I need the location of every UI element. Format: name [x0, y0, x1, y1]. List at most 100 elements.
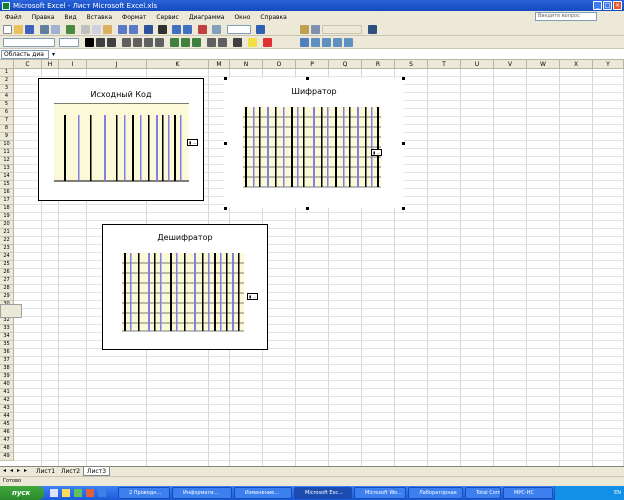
column-header[interactable]: I [59, 60, 87, 69]
row-header[interactable]: 5 [0, 101, 14, 109]
row-header[interactable]: 9 [0, 133, 14, 141]
currency-icon[interactable] [170, 38, 179, 47]
chart-object-icon[interactable] [300, 38, 309, 47]
column-header[interactable]: Y [593, 60, 624, 69]
row-header[interactable]: 38 [0, 365, 14, 373]
drawing-icon[interactable] [212, 25, 221, 34]
column-header[interactable]: X [560, 60, 593, 69]
comma-icon[interactable] [192, 38, 201, 47]
language-indicator[interactable]: EN [614, 490, 621, 496]
fill-color-icon[interactable] [248, 38, 257, 47]
start-button[interactable]: пуск [0, 486, 44, 500]
row-header[interactable]: 35 [0, 341, 14, 349]
taskbar-item[interactable]: Microsoft Wo... [354, 487, 406, 499]
column-header[interactable]: T [428, 60, 461, 69]
reply-icon[interactable] [300, 25, 309, 34]
row-header[interactable]: 3 [0, 85, 14, 93]
quicklaunch-icon[interactable] [50, 489, 58, 497]
hyperlink-icon[interactable] [144, 25, 153, 34]
row-header[interactable]: 29 [0, 293, 14, 301]
zoom-select[interactable] [227, 25, 251, 34]
review-icon[interactable] [311, 25, 320, 34]
row-header[interactable]: 49 [0, 453, 14, 461]
cut-icon[interactable] [81, 25, 90, 34]
row-header[interactable]: 36 [0, 349, 14, 357]
selection-handle[interactable] [306, 77, 309, 80]
row-header[interactable]: 41 [0, 389, 14, 397]
taskbar-item[interactable]: Лабораторная [408, 487, 463, 499]
row-header[interactable]: 4 [0, 93, 14, 101]
tab-nav-first-icon[interactable]: ◂ [3, 467, 6, 474]
undo-icon[interactable] [118, 25, 127, 34]
column-header[interactable]: U [461, 60, 494, 69]
chart-type-icon[interactable] [311, 38, 320, 47]
column-header[interactable]: O [263, 60, 296, 69]
taskbar-item[interactable]: Изменение... [234, 487, 292, 499]
chart-toolbar-icon[interactable] [368, 25, 377, 34]
row-header[interactable]: 23 [0, 245, 14, 253]
underline-icon[interactable] [107, 38, 116, 47]
taskbar-item[interactable]: Информати... [172, 487, 232, 499]
menu-file[interactable]: Файл [0, 14, 27, 21]
taskbar-item[interactable]: Microsoft Exc... [294, 487, 352, 499]
row-header[interactable]: 20 [0, 221, 14, 229]
quicklaunch-icon[interactable] [62, 489, 70, 497]
row-header[interactable]: 37 [0, 357, 14, 365]
menu-edit[interactable]: Правка [27, 14, 60, 21]
preview-icon[interactable] [51, 25, 60, 34]
column-header[interactable]: N [230, 60, 263, 69]
font-color-icon[interactable] [263, 38, 272, 47]
row-header[interactable]: 10 [0, 141, 14, 149]
menu-format[interactable]: Формат [117, 14, 151, 21]
row-header[interactable]: 46 [0, 429, 14, 437]
close-button[interactable]: × [613, 1, 622, 10]
row-header[interactable]: 18 [0, 205, 14, 213]
maximize-button[interactable]: □ [603, 1, 612, 10]
row-header[interactable]: 13 [0, 165, 14, 173]
tab-nav-prev-icon[interactable]: ◂ [10, 467, 13, 474]
column-header[interactable]: K [147, 60, 209, 69]
row-header[interactable]: 8 [0, 125, 14, 133]
row-header[interactable]: 6 [0, 109, 14, 117]
font-size-select[interactable] [59, 38, 79, 47]
menu-help[interactable]: Справка [255, 14, 291, 21]
align-center-icon[interactable] [133, 38, 142, 47]
row-header[interactable]: 33 [0, 325, 14, 333]
menu-chart[interactable]: Диаграмма [184, 14, 230, 21]
row-header[interactable]: 15 [0, 181, 14, 189]
help-icon[interactable] [256, 25, 265, 34]
column-header[interactable]: V [494, 60, 527, 69]
taskbar-item[interactable]: MPC-HC [503, 487, 553, 499]
selection-handle[interactable] [224, 77, 227, 80]
borders-icon[interactable] [233, 38, 242, 47]
row-header[interactable]: 44 [0, 413, 14, 421]
merge-center-icon[interactable] [155, 38, 164, 47]
column-header[interactable]: M [209, 60, 230, 69]
row-header[interactable]: 11 [0, 149, 14, 157]
selection-handle[interactable] [224, 207, 227, 210]
quicklaunch-icon[interactable] [86, 489, 94, 497]
chart-wizard-icon[interactable] [198, 25, 207, 34]
row-header[interactable]: 16 [0, 189, 14, 197]
name-box[interactable]: Область диа [1, 50, 49, 59]
taskbar-item[interactable]: Total Comm... [465, 487, 501, 499]
tab-sheet1[interactable]: Лист1 [33, 467, 58, 476]
autosum-icon[interactable] [158, 25, 167, 34]
quicklaunch-icon[interactable] [98, 489, 106, 497]
percent-icon[interactable] [181, 38, 190, 47]
column-header[interactable]: P [296, 60, 329, 69]
tab-sheet3[interactable]: Лист3 [83, 467, 111, 476]
column-header[interactable]: W [527, 60, 560, 69]
selection-handle[interactable] [306, 207, 309, 210]
review-toolbar[interactable] [322, 25, 362, 34]
align-left-icon[interactable] [122, 38, 131, 47]
row-header[interactable]: 2 [0, 77, 14, 85]
row-header[interactable]: 42 [0, 397, 14, 405]
selection-handle[interactable] [224, 142, 227, 145]
taskbar-item[interactable]: 2 Проводн... [118, 487, 170, 499]
save-icon[interactable] [25, 25, 34, 34]
row-header[interactable]: 19 [0, 213, 14, 221]
tab-sheet2[interactable]: Лист2 [58, 467, 83, 476]
row-header[interactable]: 27 [0, 277, 14, 285]
open-icon[interactable] [14, 25, 23, 34]
